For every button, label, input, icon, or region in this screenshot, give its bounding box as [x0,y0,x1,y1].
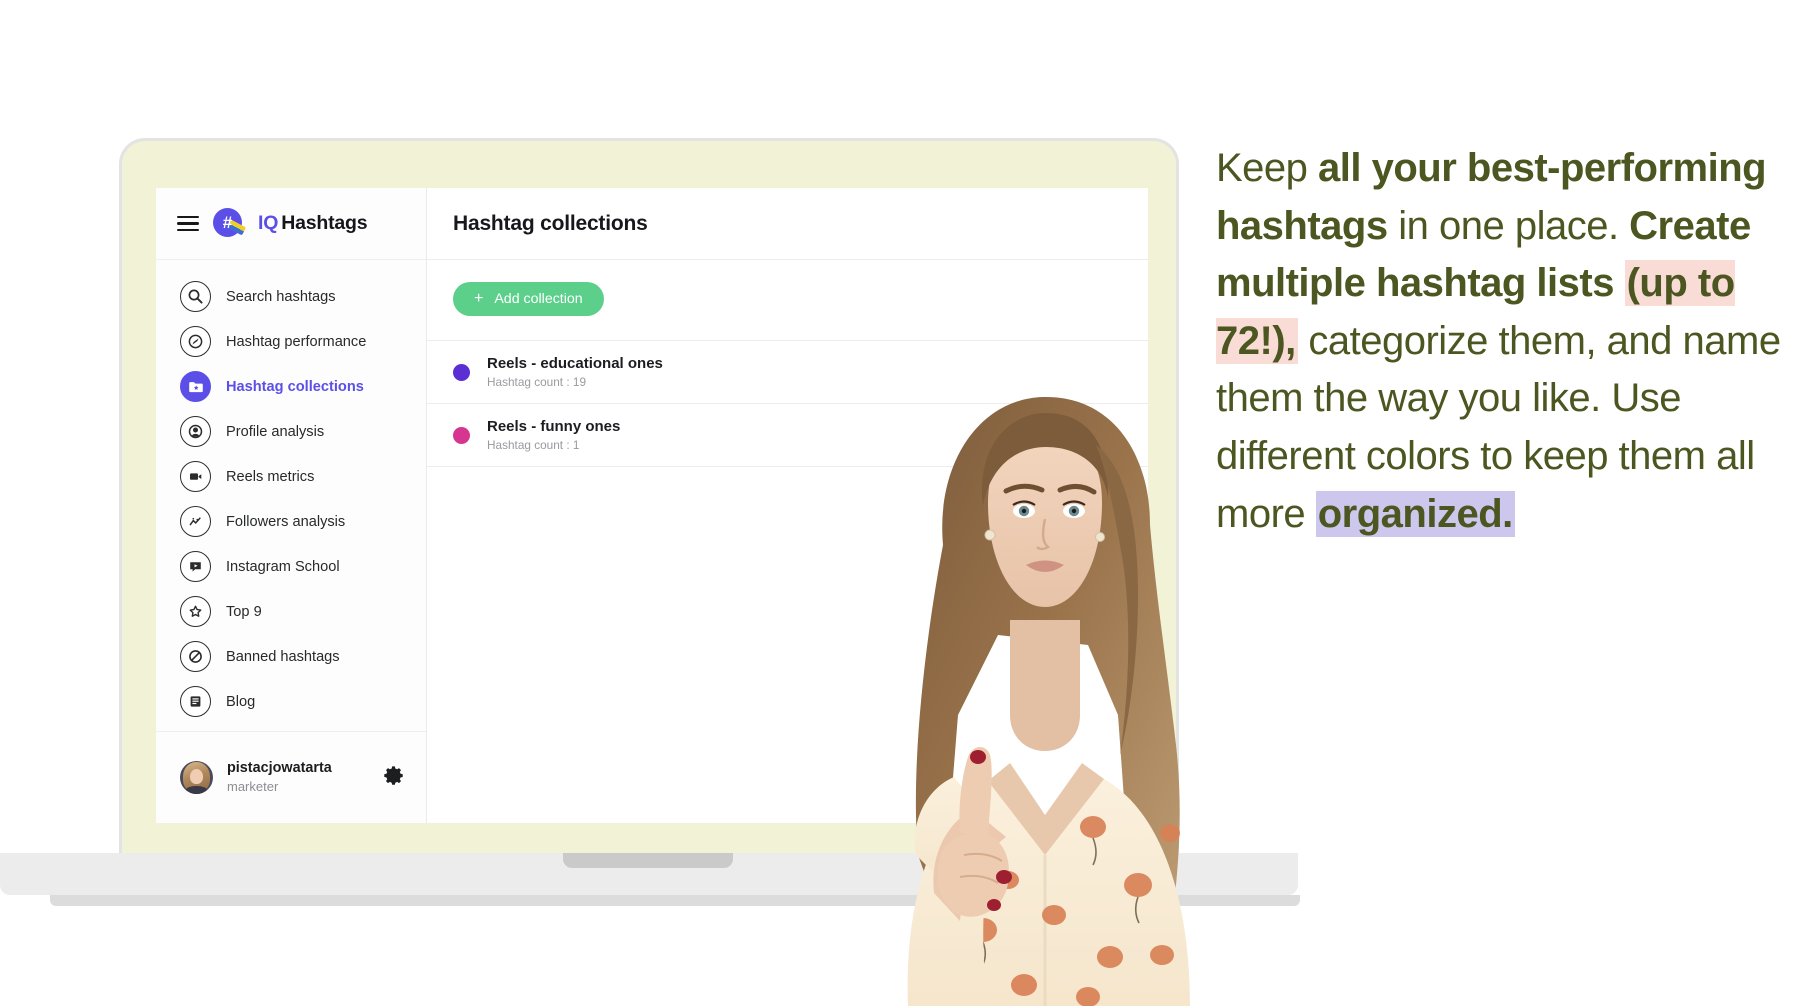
brand-name: IQ Hashtags [258,212,368,235]
sidebar-item-label: Top 9 [226,603,262,620]
sidebar-item-label: Hashtag collections [226,378,364,395]
sidebar-nav: Search hashtags Hashtag performance Hash… [156,260,426,731]
main-panel: Hashtag collections + Add collection Ree… [427,188,1148,823]
laptop-screen: # IQ Hashtags Search hashtags Hashtag pe… [156,188,1148,823]
collection-color-dot [453,363,470,381]
brand-hashtags: Hashtags [281,212,368,234]
avatar [180,761,213,794]
collections-list: Reels - educational ones Hashtag count :… [427,340,1148,467]
collection-name: Reels - funny ones [487,417,621,435]
search-icon [180,281,211,312]
copy-part-1: Keep [1216,146,1319,190]
page-title: Hashtag collections [453,211,648,235]
brand-iq: IQ [258,212,279,234]
sidebar-item-label: Profile analysis [226,423,325,440]
iq-hashtags-logo-icon: # [213,208,247,239]
sidebar-item-instagram-school[interactable]: Instagram School [156,544,426,589]
add-collection-label: Add collection [494,291,583,307]
plus-icon: + [474,290,484,307]
collection-count: Hashtag count : 1 [487,437,580,452]
toolbar: + Add collection [427,260,1148,340]
sidebar-item-hashtag-performance[interactable]: Hashtag performance [156,319,426,364]
laptop-frame: # IQ Hashtags Search hashtags Hashtag pe… [119,138,1179,858]
sidebar-item-reels-metrics[interactable]: Reels metrics [156,454,426,499]
sidebar-item-label: Banned hashtags [226,648,340,665]
sidebar-item-blog[interactable]: Blog [156,679,426,724]
article-icon [180,686,211,717]
sidebar-item-top-9[interactable]: Top 9 [156,589,426,634]
collection-row[interactable]: Reels - educational ones Hashtag count :… [427,341,1148,404]
sidebar-item-label: Instagram School [226,558,340,575]
sidebar-item-search-hashtags[interactable]: Search hashtags [156,274,426,319]
collection-text: Reels - funny ones Hashtag count : 1 [487,416,620,455]
collection-count: Hashtag count : 19 [487,374,587,389]
collection-name: Reels - educational ones [487,354,663,372]
person-icon [180,416,211,447]
folder-star-icon [180,371,211,402]
collection-color-dot [453,426,470,444]
sidebar-item-label: Hashtag performance [226,333,367,350]
marketing-copy: Keep all your best-performing hashtags i… [1216,140,1786,543]
sidebar-item-banned-hashtags[interactable]: Banned hashtags [156,634,426,679]
laptop-base-shadow [50,895,1300,906]
sidebar-item-label: Reels metrics [226,468,315,485]
brand-row: # IQ Hashtags [156,188,426,260]
sidebar-item-label: Followers analysis [226,513,346,530]
collection-text: Reels - educational ones Hashtag count :… [487,353,663,392]
profile-text: pistacjowatarta marketer [227,759,369,797]
profile-role: marketer [227,779,279,795]
trend-line-icon [180,506,211,537]
main-header: Hashtag collections [427,188,1148,260]
sidebar-item-label: Search hashtags [226,288,336,305]
gear-icon[interactable] [383,765,404,791]
no-entry-icon [180,641,211,672]
sidebar-item-label: Blog [226,693,256,710]
profile-username: pistacjowatarta [227,759,332,776]
sidebar-item-followers-analysis[interactable]: Followers analysis [156,499,426,544]
sidebar-item-hashtag-collections[interactable]: Hashtag collections [156,364,426,409]
speedometer-icon [180,326,211,357]
laptop-trackpad-notch [563,853,733,868]
sidebar-profile[interactable]: pistacjowatarta marketer [156,731,426,823]
hamburger-icon[interactable] [177,215,199,232]
star-icon [180,596,211,627]
play-board-icon [180,551,211,582]
video-camera-icon [180,461,211,492]
copy-part-3: in one place. [1387,203,1630,248]
copy-highlight-purple: organized. [1315,490,1515,537]
collection-row[interactable]: Reels - funny ones Hashtag count : 1 [427,404,1148,467]
add-collection-button[interactable]: + Add collection [453,282,604,316]
sidebar-item-profile-analysis[interactable]: Profile analysis [156,409,426,454]
sidebar: # IQ Hashtags Search hashtags Hashtag pe… [156,188,427,823]
screenshot-canvas: # IQ Hashtags Search hashtags Hashtag pe… [0,0,1820,1006]
